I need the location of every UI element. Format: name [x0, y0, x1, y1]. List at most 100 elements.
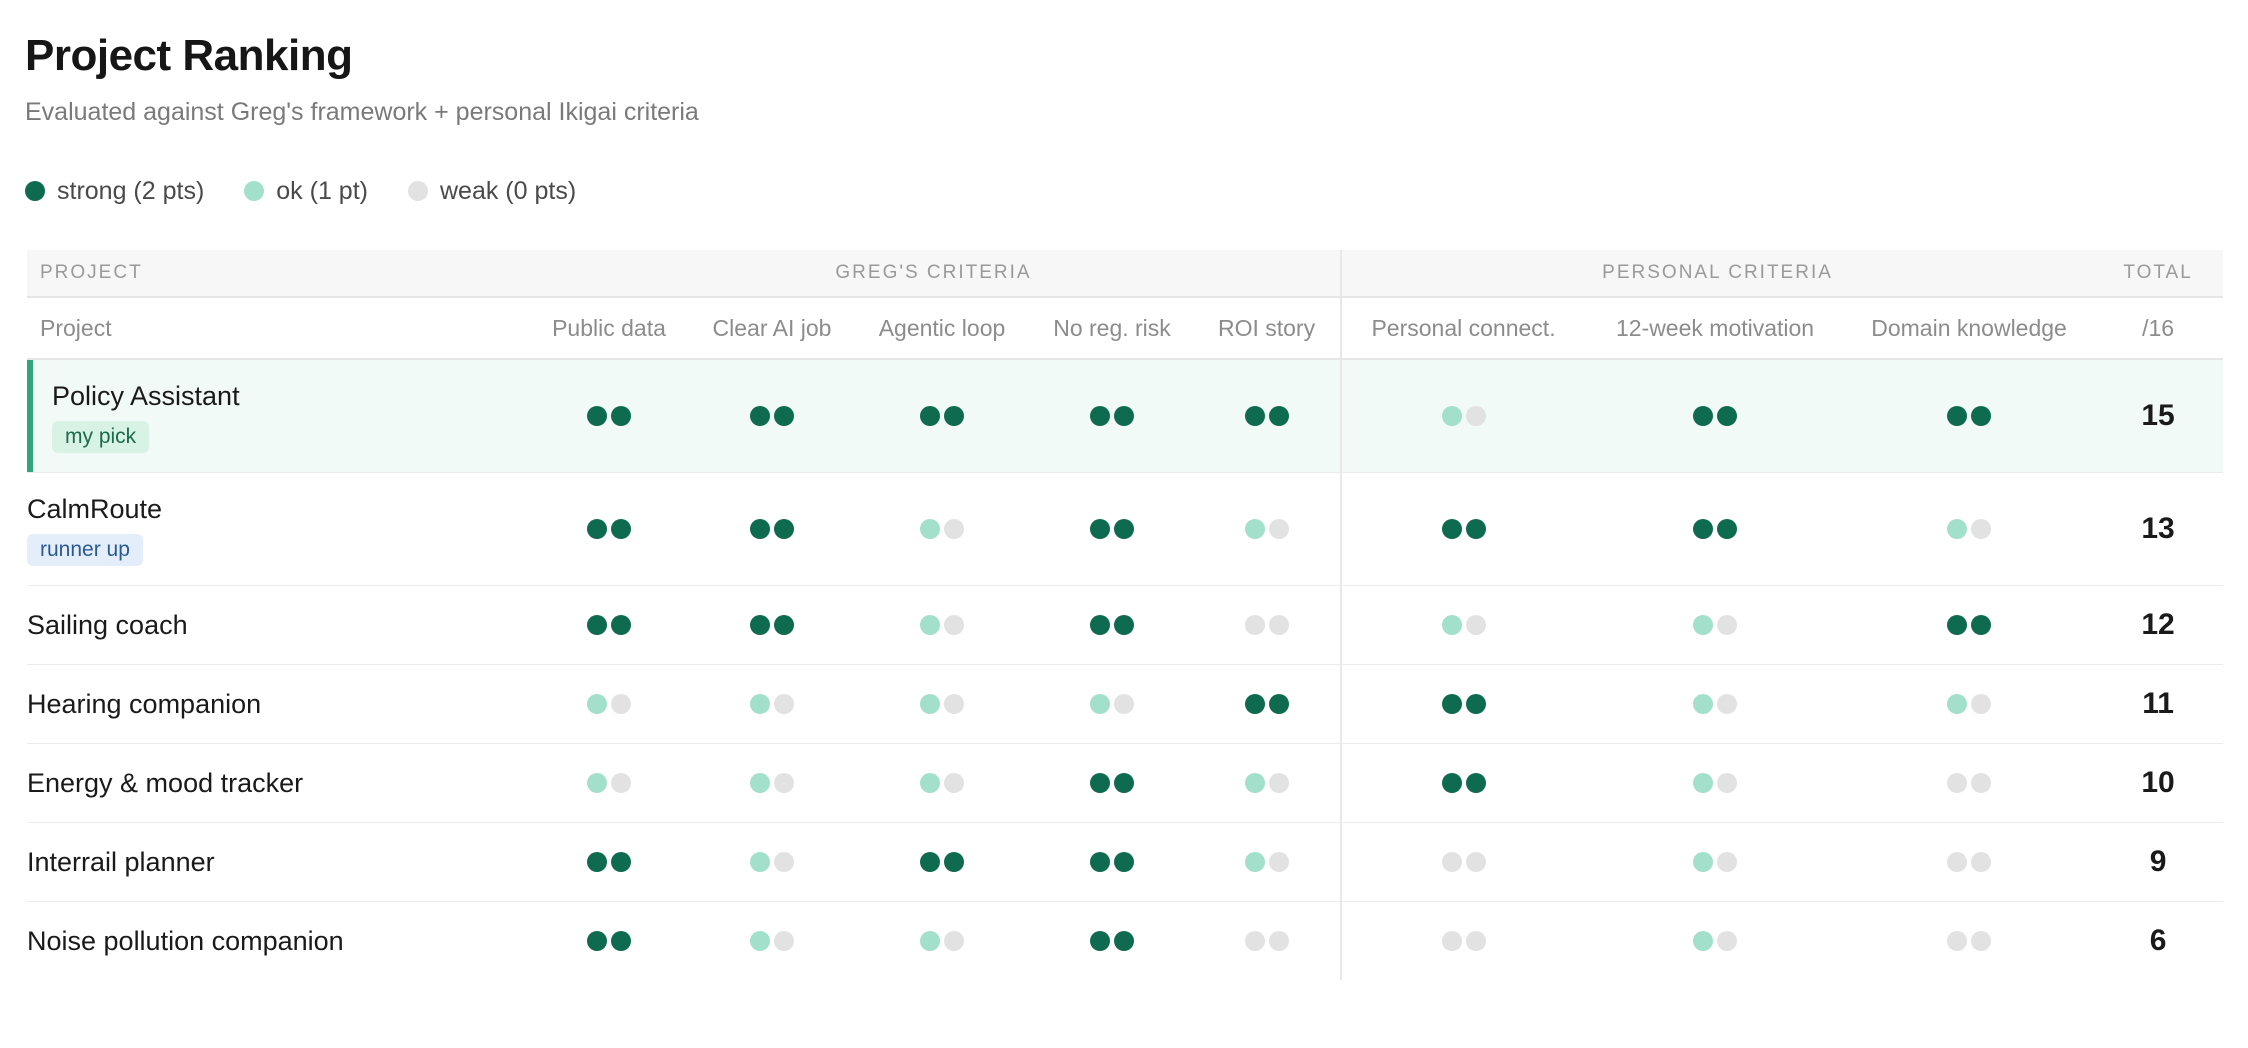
weak-dot-icon: [944, 773, 964, 793]
strong-dot-icon: [611, 406, 631, 426]
table-row[interactable]: Noise pollution companion 6: [27, 901, 2223, 981]
strong-dot-icon: [587, 519, 607, 539]
weak-dot-icon: [944, 694, 964, 714]
strong-dot-icon: [774, 615, 794, 635]
score-cell: [1585, 359, 1846, 473]
score-dots: [920, 406, 964, 426]
ok-dot-icon: [244, 181, 265, 201]
project-cell: CalmRoute runner up: [27, 472, 527, 586]
strong-dot-icon: [1114, 615, 1134, 635]
ok-dot-icon: [1441, 615, 1462, 635]
weak-dot-icon: [774, 773, 794, 793]
ok-dot-icon: [920, 519, 940, 539]
strong-dot-icon: [750, 519, 770, 539]
score-dots: [1441, 519, 1486, 539]
table-row[interactable]: Hearing companion 11: [27, 664, 2224, 744]
weak-dot-icon: [1465, 615, 1486, 635]
column-header: No reg. risk: [1031, 297, 1193, 360]
score-dots: [750, 519, 794, 539]
score-cell: [527, 743, 691, 823]
table-row[interactable]: Sailing coach 12: [27, 585, 2224, 665]
score-cell: [1031, 664, 1193, 744]
strong-dot-icon: [587, 406, 607, 426]
score-dots: [587, 852, 631, 872]
ok-dot-icon: [1244, 852, 1265, 872]
score-dots: [1441, 615, 1486, 635]
score-cell: [691, 822, 853, 902]
score-cell: [1341, 585, 1586, 665]
weak-dot-icon: [1268, 773, 1289, 793]
table-row[interactable]: Policy Assistant my pick 15: [27, 359, 2224, 473]
total-score: 6: [2149, 924, 2167, 957]
strong-dot-icon: [944, 852, 964, 872]
table-row[interactable]: CalmRoute runner up 13: [27, 472, 2224, 586]
strong-dot-icon: [1441, 773, 1462, 793]
legend-item-ok: ok (1 pt): [244, 177, 368, 206]
score-cell: [1193, 472, 1343, 586]
weak-dot-icon: [1465, 931, 1486, 951]
weak-dot-icon: [1971, 773, 1992, 793]
score-dots: [587, 773, 631, 793]
ok-dot-icon: [1947, 519, 1968, 539]
weak-dot-icon: [1971, 519, 1992, 539]
ok-dot-icon: [750, 773, 770, 793]
strong-dot-icon: [587, 615, 607, 635]
score-cell: [1193, 822, 1343, 902]
strong-dot-icon: [750, 406, 770, 426]
ok-dot-icon: [750, 852, 770, 872]
score-dots: [1947, 615, 1992, 635]
strong-dot-icon: [1114, 406, 1134, 426]
score-dots: [587, 519, 631, 539]
score-cell: [853, 585, 1031, 665]
total-score: 15: [2141, 399, 2175, 432]
score-cell: [1193, 901, 1343, 980]
score-dots: [587, 931, 631, 951]
strong-dot-icon: [1244, 694, 1265, 714]
score-cell: [1585, 743, 1846, 823]
strong-dot-icon: [25, 181, 45, 201]
weak-dot-icon: [1244, 615, 1265, 635]
strong-dot-icon: [1947, 406, 1968, 426]
score-dots: [1244, 406, 1289, 426]
score-cell: [1193, 585, 1343, 665]
column-header: /16: [2093, 297, 2224, 360]
strong-dot-icon: [1090, 773, 1110, 793]
column-header: 12-week motivation: [1585, 297, 1846, 360]
ok-dot-icon: [1947, 694, 1968, 714]
strong-dot-icon: [1971, 406, 1992, 426]
score-dots: [1693, 406, 1738, 426]
project-cell: Policy Assistant my pick: [27, 359, 527, 473]
score-dots: [920, 615, 964, 635]
table-row[interactable]: Interrail planner 9: [27, 822, 2224, 902]
page-subtitle: Evaluated against Greg's framework + per…: [25, 98, 699, 126]
weak-dot-icon: [1947, 931, 1968, 951]
ok-dot-icon: [920, 615, 940, 635]
legend: strong (2 pts) ok (1 pt) weak (0 pts): [25, 174, 2248, 208]
total-score: 9: [2149, 845, 2167, 878]
strong-dot-icon: [1114, 519, 1134, 539]
strong-dot-icon: [1465, 519, 1486, 539]
score-cell: [527, 472, 691, 586]
score-cell: [1341, 664, 1586, 744]
project-name: Interrail planner: [27, 847, 215, 877]
score-cell: [1193, 359, 1343, 473]
weak-dot-icon: [944, 615, 964, 635]
strong-dot-icon: [1717, 519, 1738, 539]
total-cell: 12: [2093, 585, 2224, 665]
weak-dot-icon: [944, 931, 964, 951]
strong-dot-icon: [1268, 694, 1289, 714]
table-row[interactable]: Energy & mood tracker 10: [27, 743, 2224, 823]
project-name: Hearing companion: [27, 689, 262, 719]
score-dots: [1947, 406, 1992, 426]
column-header-row: Project Public data Clear AI job Agentic…: [27, 297, 2224, 360]
strong-dot-icon: [1465, 694, 1486, 714]
score-dots: [1441, 406, 1486, 426]
score-cell: [691, 585, 853, 665]
score-dots: [1441, 694, 1486, 714]
score-cell: [853, 902, 1031, 981]
score-cell: [1585, 822, 1846, 902]
score-dots: [920, 852, 964, 872]
strong-dot-icon: [1090, 519, 1110, 539]
strong-dot-icon: [611, 852, 631, 872]
project-cell: Hearing companion: [27, 664, 527, 744]
